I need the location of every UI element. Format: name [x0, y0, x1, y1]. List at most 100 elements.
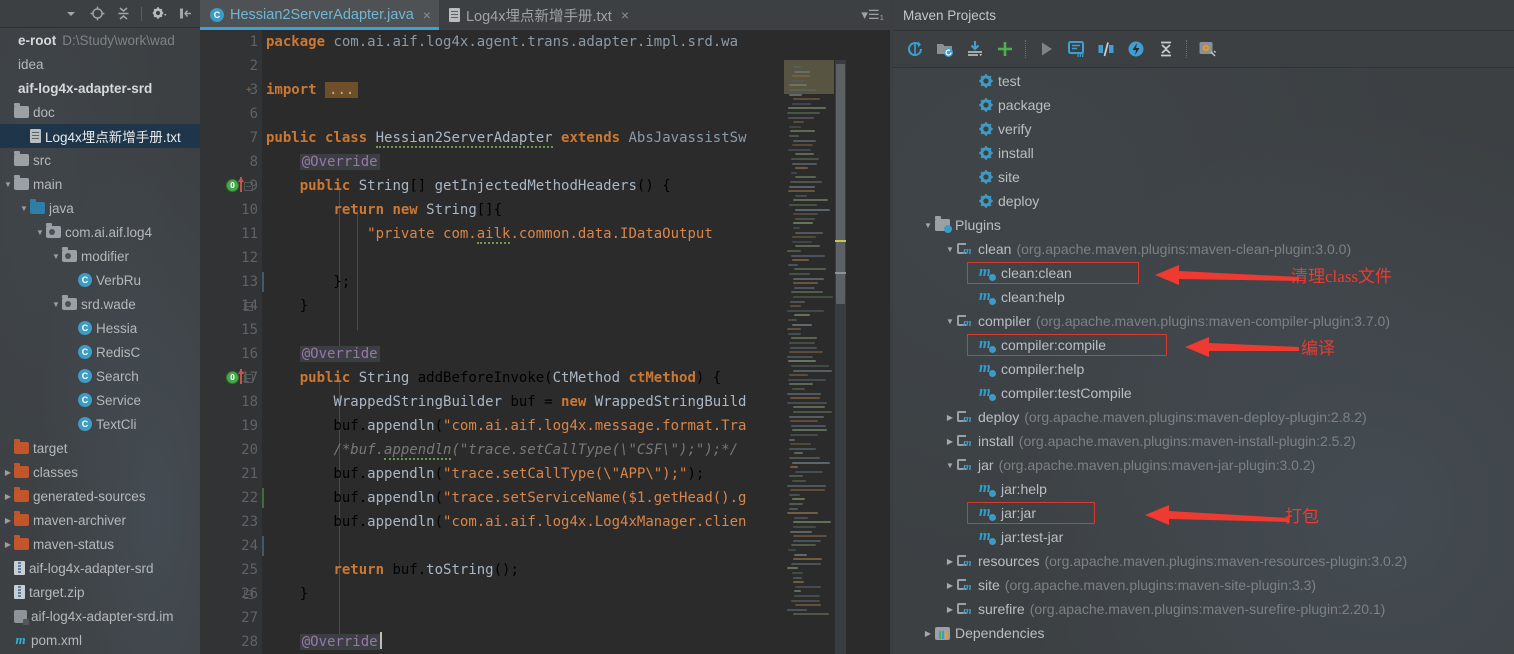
editor-scrollbar-thumb[interactable]	[836, 64, 845, 304]
generate-sources-icon[interactable]	[935, 39, 955, 59]
execute-goal-icon[interactable]: m	[1066, 39, 1086, 59]
reimport-icon[interactable]	[905, 39, 925, 59]
twisty-expanded-icon[interactable]: ▼	[2, 180, 14, 189]
maven-tree-row[interactable]: ▶ Dependencies	[893, 621, 1514, 645]
code-line[interactable]: buf.appendln("com.ai.aif.log4x.message.f…	[266, 414, 746, 438]
twisty-collapsed-icon[interactable]: ▶	[2, 468, 14, 477]
project-tree-row[interactable]: m pom.xml	[0, 628, 200, 652]
locate-icon[interactable]	[89, 5, 106, 22]
hide-panel-icon[interactable]	[177, 5, 194, 22]
code-line[interactable]: WrappedStringBuilder buf = new WrappedSt…	[266, 390, 746, 414]
project-tree-row[interactable]: src	[0, 148, 200, 172]
settings-gear-icon[interactable]	[151, 5, 168, 22]
project-tree-row[interactable]: C Hessia	[0, 316, 200, 340]
twisty-expanded-icon[interactable]: ▼	[50, 300, 62, 309]
code-line[interactable]: }	[266, 582, 308, 606]
code-line[interactable]: "private com.ailk.common.data.IDataOutpu…	[266, 222, 713, 246]
maven-tree-row[interactable]: ▶ m surefire (org.apache.maven.plugins:mave…	[893, 597, 1514, 621]
tab-overflow-menu[interactable]: ▾☰₁	[861, 0, 890, 30]
project-tree-row[interactable]: e-root D:\Study\work\wad	[0, 28, 200, 52]
close-icon[interactable]: ×	[423, 7, 431, 23]
editor-scrollbar[interactable]	[835, 60, 846, 654]
maven-settings-icon[interactable]	[1197, 39, 1217, 59]
maven-tree-row[interactable]: install	[893, 141, 1514, 165]
code-line[interactable]: }	[266, 294, 308, 318]
code-line[interactable]: buf.appendln("trace.setServiceName($1.ge…	[266, 486, 746, 510]
code-line[interactable]: import ...	[266, 78, 358, 102]
code-line[interactable]: public String addBeforeInvoke(CtMethod c…	[266, 366, 721, 390]
project-tree-row[interactable]: C TextCli	[0, 412, 200, 436]
maven-tree-row[interactable]: package	[893, 93, 1514, 117]
twisty-expanded-icon[interactable]: ▼	[943, 317, 957, 326]
project-tree-row[interactable]: ▶ classes	[0, 460, 200, 484]
maven-tree-row[interactable]: ▶ m install (org.apache.maven.plugins:maven…	[893, 429, 1514, 453]
collapse-all-icon[interactable]	[115, 5, 132, 22]
project-tree-row[interactable]: C VerbRu	[0, 268, 200, 292]
toggle-skip-tests-icon[interactable]	[1096, 39, 1116, 59]
fold-collapse-icon[interactable]	[200, 582, 262, 606]
twisty-expanded-icon[interactable]: ▼	[943, 245, 957, 254]
project-tree-row[interactable]: aif-log4x-adapter-srd	[0, 76, 200, 100]
project-tree-row[interactable]: ▼ main	[0, 172, 200, 196]
maven-tree-row[interactable]: verify	[893, 117, 1514, 141]
twisty-collapsed-icon[interactable]: ▶	[943, 605, 957, 614]
project-tree-row[interactable]: aif-log4x-adapter-srd	[0, 556, 200, 580]
close-icon[interactable]: ×	[621, 7, 629, 23]
code-line[interactable]: };	[266, 270, 350, 294]
maven-tree-row[interactable]: ▼ Plugins	[893, 213, 1514, 237]
project-tree-row[interactable]: C Service	[0, 388, 200, 412]
maven-tree-row[interactable]: ▶ m resources (org.apache.maven.plugins:mav…	[893, 549, 1514, 573]
code-minimap[interactable]	[784, 60, 834, 654]
maven-tree-row[interactable]: ▼ m jar (org.apache.maven.plugins:maven-jar…	[893, 453, 1514, 477]
twisty-expanded-icon[interactable]: ▼	[943, 461, 957, 470]
twisty-collapsed-icon[interactable]: ▶	[943, 413, 957, 422]
project-tree-row[interactable]: target	[0, 436, 200, 460]
editor-tab-bar[interactable]: C Hessian2ServerAdapter.java × Log4x埋点新增手册.…	[200, 0, 890, 30]
project-tree-row[interactable]: ▶ generated-sources	[0, 484, 200, 508]
fold-collapse-icon[interactable]	[200, 294, 262, 318]
code-line[interactable]: buf.appendln("trace.setCallType(\"APP\")…	[266, 462, 704, 486]
code-line[interactable]: public String[] getInjectedMethodHeaders…	[266, 174, 671, 198]
project-tree-row[interactable]: doc	[0, 100, 200, 124]
run-icon[interactable]	[1036, 39, 1056, 59]
code-line[interactable]: @Override	[266, 150, 380, 174]
project-tree-row[interactable]: ▼ modifier	[0, 244, 200, 268]
code-line[interactable]: @Override	[266, 630, 382, 654]
twisty-collapsed-icon[interactable]: ▶	[2, 492, 14, 501]
add-maven-project-icon[interactable]	[995, 39, 1015, 59]
project-tree-row[interactable]: ▶ maven-status	[0, 532, 200, 556]
project-tree-row[interactable]: aif-log4x-adapter-srd.im	[0, 604, 200, 628]
code-line[interactable]: buf.appendln("com.ai.aif.log4x.Log4xMana…	[266, 510, 746, 534]
project-tree-row[interactable]: target.zip	[0, 580, 200, 604]
maven-tree-row[interactable]: deploy	[893, 189, 1514, 213]
project-tree-row[interactable]: idea	[0, 52, 200, 76]
download-sources-icon[interactable]	[965, 39, 985, 59]
collapse-all-icon[interactable]	[1156, 39, 1176, 59]
code-line[interactable]: return buf.toString();	[266, 558, 519, 582]
twisty-expanded-icon[interactable]: ▼	[34, 228, 46, 237]
project-file-tree[interactable]: e-root D:\Study\work\wad idea aif-log4x-ada…	[0, 28, 200, 654]
code-line[interactable]: package com.ai.aif.log4x.agent.trans.ada…	[266, 30, 738, 54]
fold-collapse-icon[interactable]	[200, 174, 262, 198]
twisty-expanded-icon[interactable]: ▼	[50, 252, 62, 261]
maven-tree-row[interactable]: ▶ m deploy (org.apache.maven.plugins:maven-…	[893, 405, 1514, 429]
maven-tree-row[interactable]: ▶ m site (org.apache.maven.plugins:maven-si…	[893, 573, 1514, 597]
editor-tab[interactable]: C Hessian2ServerAdapter.java ×	[200, 0, 439, 30]
tab-list-icon[interactable]: ▾☰₁	[861, 7, 884, 23]
twisty-collapsed-icon[interactable]: ▶	[943, 581, 957, 590]
twisty-expanded-icon[interactable]: ▼	[921, 221, 935, 230]
maven-tree-row[interactable]: m compiler:testCompile	[893, 381, 1514, 405]
twisty-collapsed-icon[interactable]: ▶	[921, 629, 935, 638]
twisty-collapsed-icon[interactable]: ▶	[943, 437, 957, 446]
code-editor[interactable]: 1 2 3 6 7 8 9 10 11 12 13 14 15 16 17 18 19 20 21 22 23 24 25 2…	[200, 30, 890, 654]
code-line[interactable]: return new String[]{	[266, 198, 502, 222]
twisty-collapsed-icon[interactable]: ▶	[943, 557, 957, 566]
project-tree-row[interactable]: ▶ maven-archiver	[0, 508, 200, 532]
project-tree-row[interactable]: ▼ com.ai.aif.log4	[0, 220, 200, 244]
collapse-dropdown-icon[interactable]	[63, 5, 80, 22]
fold-expand-icon[interactable]: +	[200, 78, 262, 102]
twisty-collapsed-icon[interactable]: ▶	[2, 540, 14, 549]
twisty-expanded-icon[interactable]: ▼	[18, 204, 30, 213]
editor-tab[interactable]: Log4x埋点新增手册.txt ×	[439, 0, 637, 30]
code-line[interactable]: @Override	[266, 342, 380, 366]
